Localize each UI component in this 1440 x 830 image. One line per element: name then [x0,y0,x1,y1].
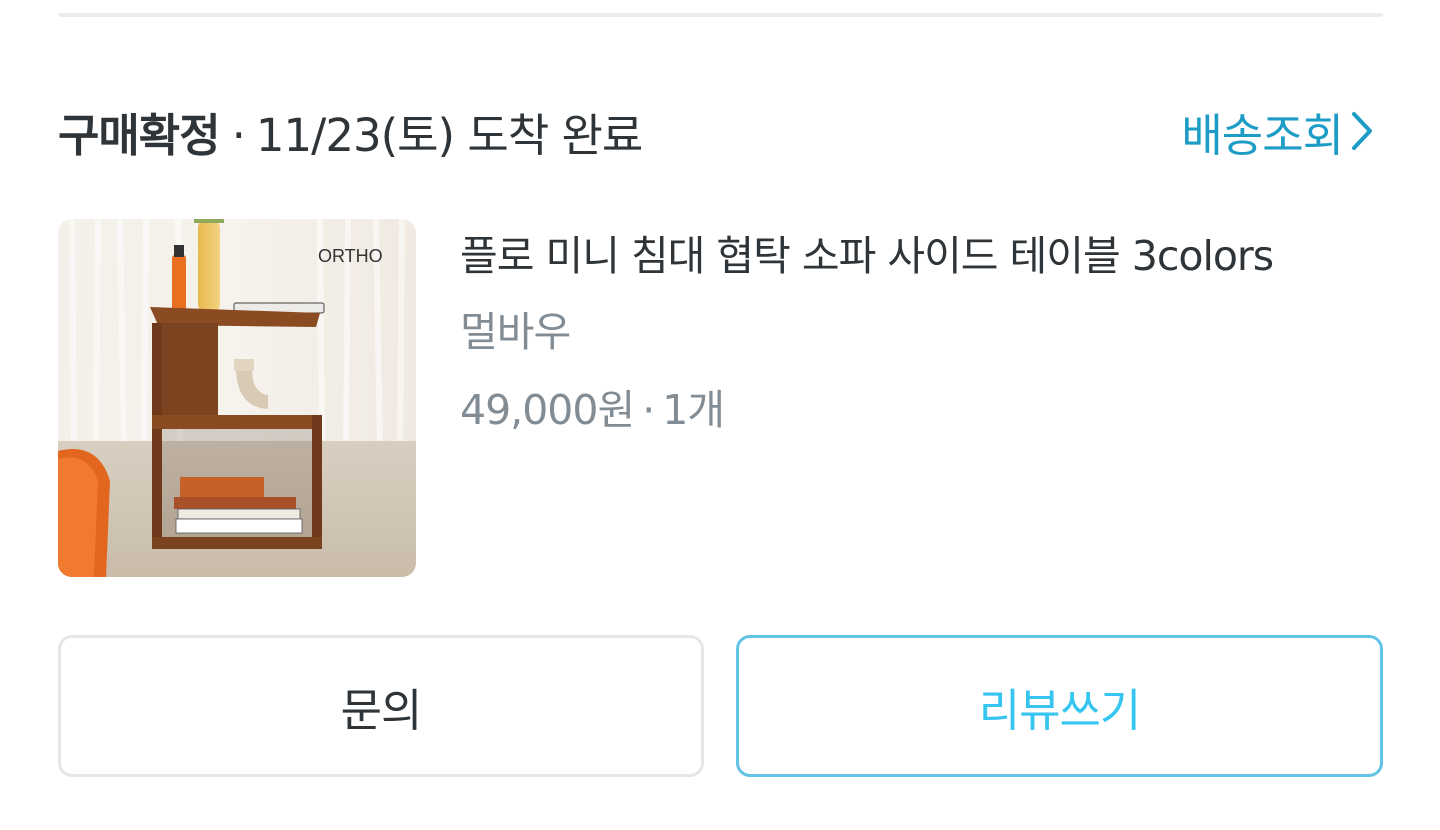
product-seller: 멀바우 [460,308,571,356]
write-review-button[interactable]: 리뷰쓰기 [736,635,1383,777]
image-brand-text: ORTHO [318,246,383,266]
product-price-row: 49,000원 · 1개 [460,371,1383,449]
product-quantity: 1개 [662,386,725,434]
product-info: 플로 미니 침대 협탁 소파 사이드 테이블 3colors 멀바우 49,00… [460,219,1383,449]
price-separator: · [642,386,655,434]
tracking-link-label: 배송조회 [1181,108,1344,162]
side-table-photo: ORTHO [58,219,416,577]
status-separator: · [231,108,246,162]
top-divider [58,13,1383,17]
inquiry-button-label: 문의 [340,683,423,737]
status-label: 구매확정 [58,108,221,162]
inquiry-button[interactable]: 문의 [58,635,704,777]
order-item-card: 구매확정 · 11/23(토) 도착 완료 배송조회 ORTHO 플로 미니 침… [0,0,1440,830]
write-review-button-label: 리뷰쓰기 [978,683,1142,737]
product-price: 49,000원 [460,386,635,434]
tracking-link[interactable]: 배송조회 [1181,99,1383,164]
order-status: 구매확정 · 11/23(토) 도착 완료 [58,99,643,164]
product-row: ORTHO 플로 미니 침대 협탁 소파 사이드 테이블 3colors 멀바우… [58,219,1383,577]
status-detail: 11/23(토) 도착 완료 [255,108,643,162]
order-status-row: 구매확정 · 11/23(토) 도착 완료 배송조회 [58,98,1383,164]
chevron-right-icon [1349,110,1375,152]
product-name[interactable]: 플로 미니 침대 협탁 소파 사이드 테이블 3colors [460,219,1383,293]
product-image[interactable]: ORTHO [58,219,416,577]
